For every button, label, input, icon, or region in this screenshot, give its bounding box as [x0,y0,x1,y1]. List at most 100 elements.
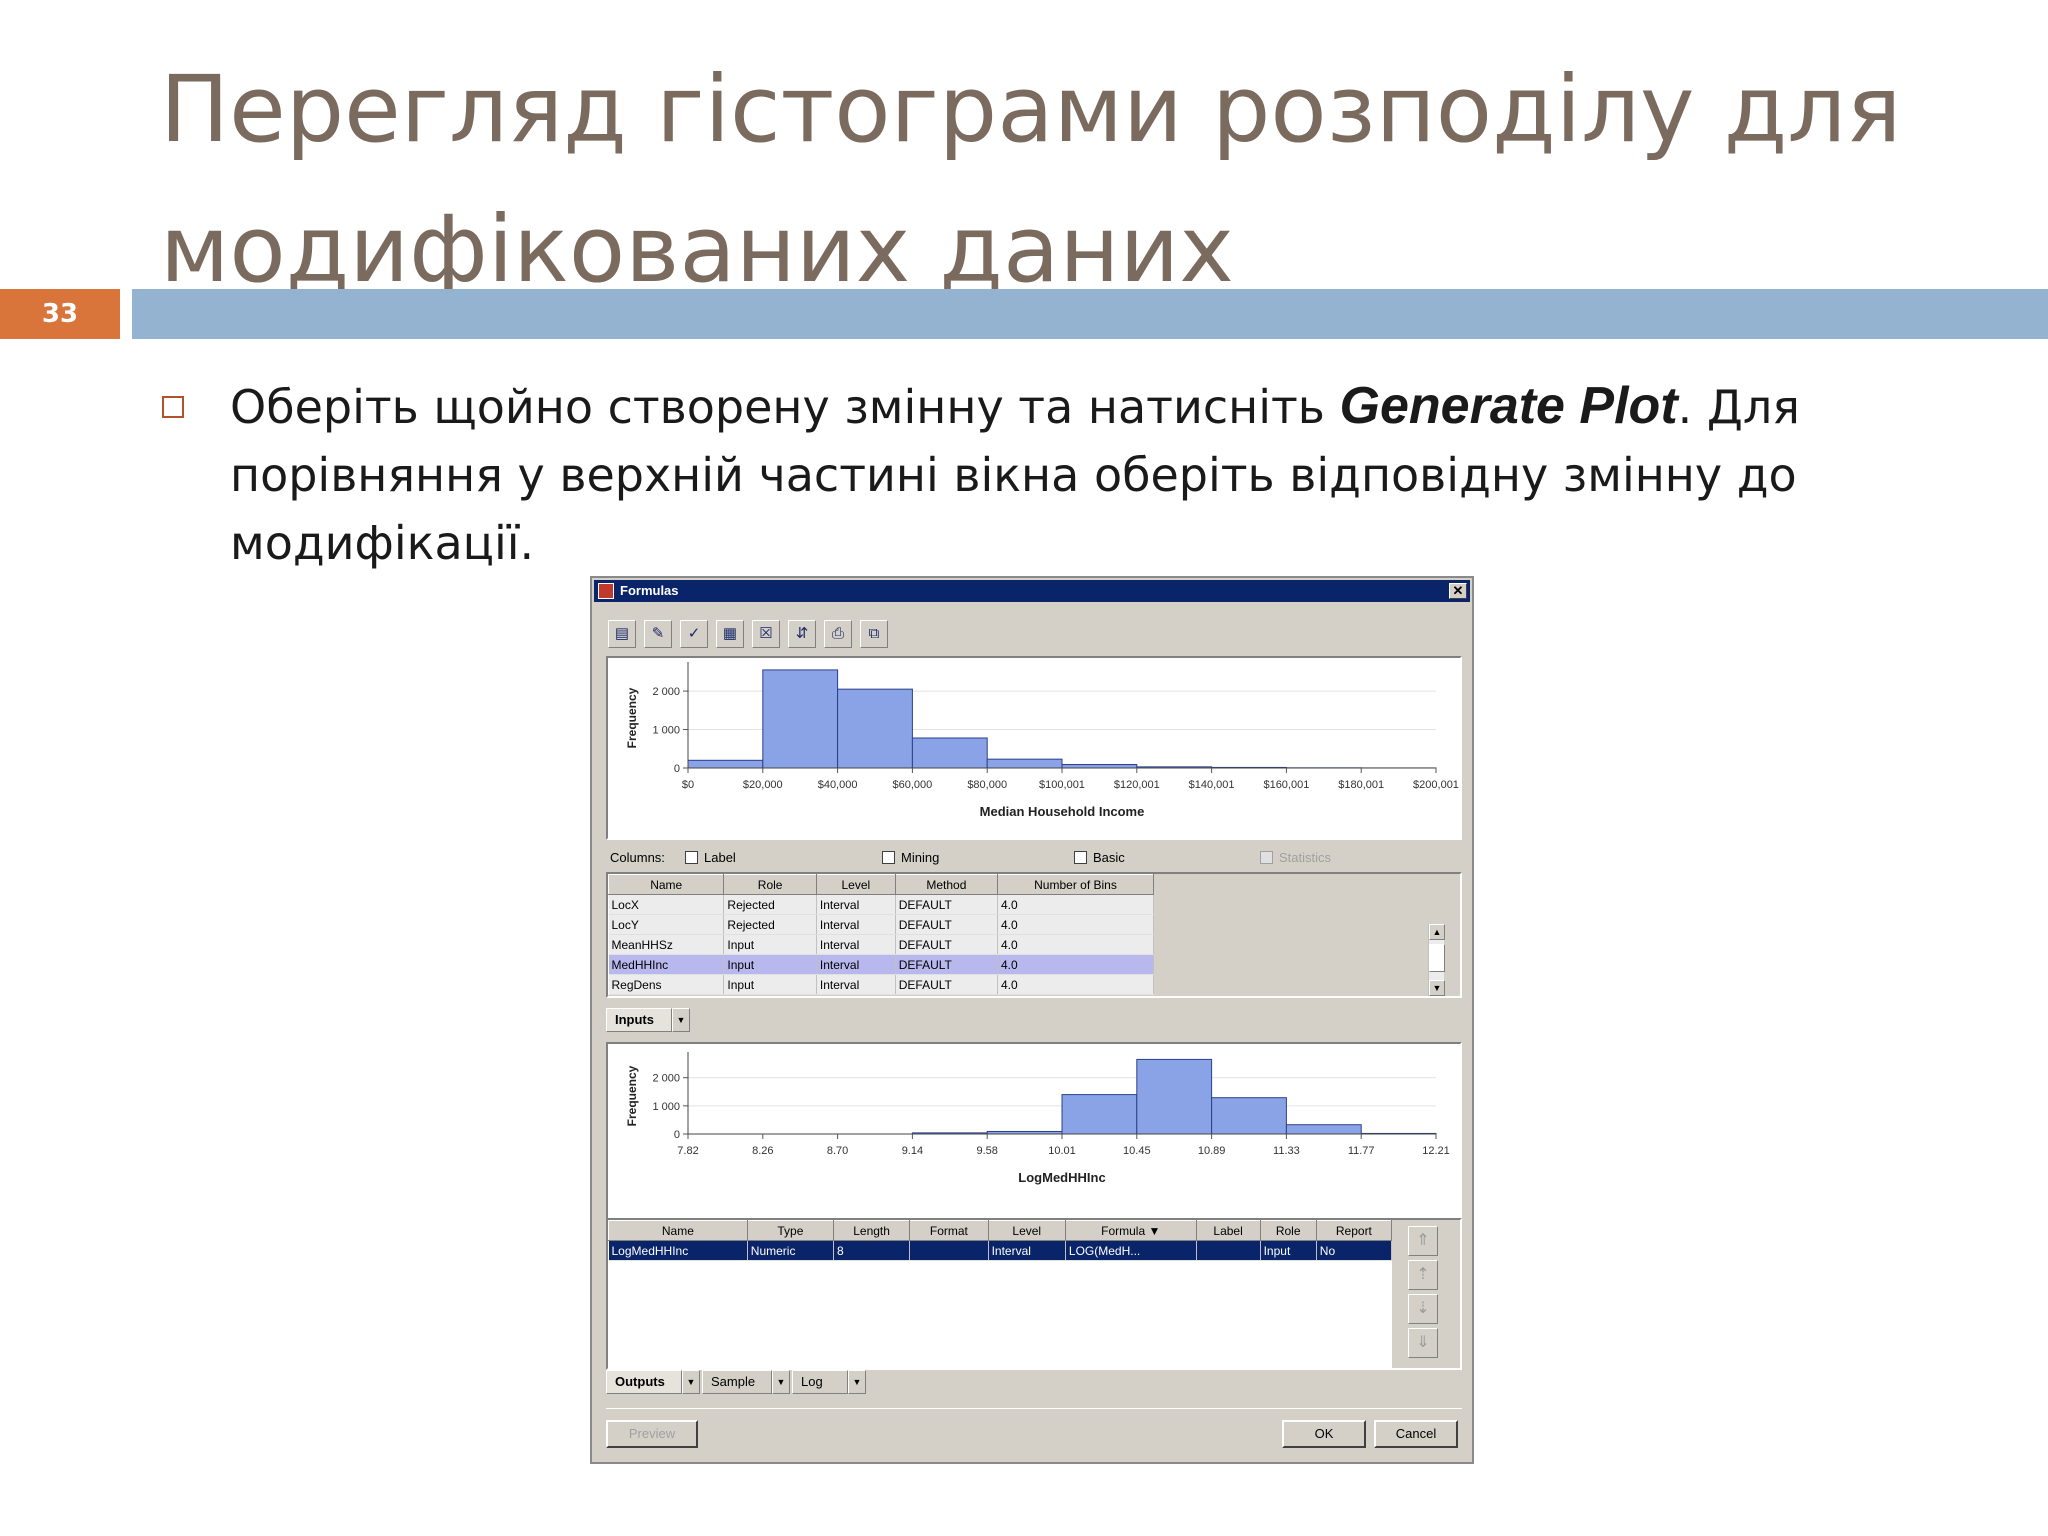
table-cell: Interval [816,914,896,935]
cancel-button[interactable]: Cancel [1374,1420,1458,1448]
table-cell: Rejected [723,914,817,935]
outputs-dropdown-arrow-icon[interactable]: ▼ [682,1370,700,1394]
table-cell: 8 [833,1240,911,1261]
column-header-role[interactable]: Role [723,874,817,895]
edit-icon[interactable]: ✎ [644,620,672,648]
x-tick-label: $120,001 [1114,779,1160,791]
x-tick-label: 10.89 [1198,1145,1226,1157]
basic-checkbox[interactable]: Basic [1074,850,1125,865]
x-tick-label: 10.45 [1123,1145,1151,1157]
table-cell: Interval [816,954,896,975]
x-tick-label: 11.33 [1273,1145,1300,1157]
input-table-scrollbar[interactable]: ▲ ▼ [1428,924,1445,996]
checkbox-label: Basic [1093,850,1125,865]
move-top-icon[interactable]: ⇑ [1408,1226,1438,1256]
table-cell: Numeric [747,1240,834,1261]
y-tick-label: 0 [674,763,680,775]
table-cell: Interval [816,934,896,955]
properties-icon[interactable]: ▤ [608,620,636,648]
x-tick-label: $0 [682,779,694,791]
columns-label: Columns: [610,850,665,865]
table-cell: DEFAULT [895,934,998,955]
histogram-bar [1285,1124,1362,1135]
column-header-level[interactable]: Level [815,874,896,895]
table-row[interactable]: MedHHInc Input Interval DEFAULT 4.0 [608,954,1155,975]
histogram-bar [762,669,839,769]
upper-histogram-panel: 0 1 000 2 000 $0 $20,000 $40,000 $60,000 $80,00… [606,656,1462,840]
column-header[interactable]: Name [608,1220,748,1241]
slide-title: Перегляд гістограми розподілу для модифі… [160,56,1902,303]
x-tick-label: $60,000 [893,779,933,791]
table-row[interactable]: RegDens Input Interval DEFAULT 4.0 [608,974,1155,995]
x-tick-label: $180,001 [1338,779,1384,791]
window-titlebar: Formulas ✕ [594,580,1470,602]
footer-divider [606,1408,1462,1409]
table-cell [909,1240,989,1261]
table-cell: Interval [816,974,896,995]
y-tick-label: 2 000 [652,686,680,698]
upper-histogram: 0 1 000 2 000 $0 $20,000 $40,000 $60,000 $80,00… [625,662,1459,819]
scroll-thumb[interactable] [1429,944,1445,972]
column-header[interactable]: Type [746,1220,834,1241]
print-icon[interactable]: ⎙ [824,620,852,648]
table-row[interactable]: LocX Rejected Interval DEFAULT 4.0 [608,894,1155,915]
column-header[interactable]: Role [1259,1220,1317,1241]
table-cell: No [1316,1240,1393,1261]
lower-histogram: 0 1 000 2 000 7.82 8.26 8.70 9.14 9.58 10.01 10.4… [625,1052,1450,1185]
histogram-bar [986,758,1063,769]
column-header[interactable]: Report [1315,1220,1393,1241]
preview-button[interactable]: Preview [606,1420,698,1448]
x-tick-label: 9.14 [902,1145,923,1157]
delete-formula-icon[interactable]: ☒ [752,620,780,648]
table-cell: 4.0 [997,934,1155,955]
table-cell: 4.0 [997,914,1155,935]
copy-icon[interactable]: ⧉ [860,620,888,648]
column-header[interactable]: Formula ▼ [1064,1220,1197,1241]
checkbox-box-icon [882,851,895,864]
column-header[interactable]: Label [1195,1220,1261,1241]
mining-checkbox[interactable]: Mining [882,850,939,865]
ok-button[interactable]: OK [1282,1420,1366,1448]
close-icon[interactable]: ✕ [1449,583,1467,599]
check-icon[interactable]: ✓ [680,620,708,648]
x-tick-label: 11.77 [1348,1145,1375,1157]
x-tick-label: $140,001 [1189,779,1235,791]
label-checkbox[interactable]: Label [685,850,736,865]
move-down-icon[interactable]: ⇣ [1408,1294,1438,1324]
column-header[interactable]: Format [909,1220,989,1241]
tab-inputs[interactable]: Inputs [606,1008,672,1032]
table-row[interactable]: LogMedHHInc Numeric 8 Interval LOG(MedH... In… [608,1240,1393,1261]
table-cell: Interval [816,894,896,915]
column-header-method[interactable]: Method [894,874,998,895]
inputs-dropdown-arrow-icon[interactable]: ▼ [672,1008,690,1032]
histogram-bar [1061,764,1138,769]
table-row[interactable]: LocY Rejected Interval DEFAULT 4.0 [608,914,1155,935]
sample-dropdown-arrow-icon[interactable]: ▼ [772,1370,790,1394]
x-tick-label: 10.01 [1048,1145,1076,1157]
scroll-up-icon[interactable]: ▲ [1429,924,1445,940]
move-up-icon[interactable]: ⇡ [1408,1260,1438,1290]
input-variables-table: Name Role Level Method Number of Bins Lo… [607,874,1155,995]
input-variables-panel: Name Role Level Method Number of Bins Lo… [606,872,1462,998]
checkbox-label: Statistics [1279,850,1332,865]
table-row[interactable]: MeanHHSz Input Interval DEFAULT 4.0 [608,934,1155,955]
output-variables-panel: Name Type Length Format Level Formula ▼ Label R… [606,1218,1462,1370]
scroll-down-icon[interactable]: ▼ [1429,980,1445,996]
histogram-bar [1136,1058,1213,1135]
calculator-icon[interactable]: ▦ [716,620,744,648]
column-header[interactable]: Length [832,1220,911,1241]
y-tick-label: 2 000 [652,1073,680,1085]
y-axis-label: Frequency [625,687,639,748]
log-dropdown-arrow-icon[interactable]: ▼ [848,1370,866,1394]
tab-sample[interactable]: Sample [702,1370,772,1394]
column-header-number-of-bins[interactable]: Number of Bins [996,874,1155,895]
x-tick-label: 9.58 [976,1145,997,1157]
column-header-name[interactable]: Name [607,874,725,895]
x-tick-label: $20,000 [743,779,783,791]
tab-outputs[interactable]: Outputs [606,1370,682,1394]
column-header[interactable]: Level [987,1220,1066,1241]
move-bottom-icon[interactable]: ⇓ [1408,1328,1438,1358]
sort-icon[interactable]: ⇵ [788,620,816,648]
table-cell: 4.0 [997,894,1155,915]
tab-log[interactable]: Log [792,1370,848,1394]
